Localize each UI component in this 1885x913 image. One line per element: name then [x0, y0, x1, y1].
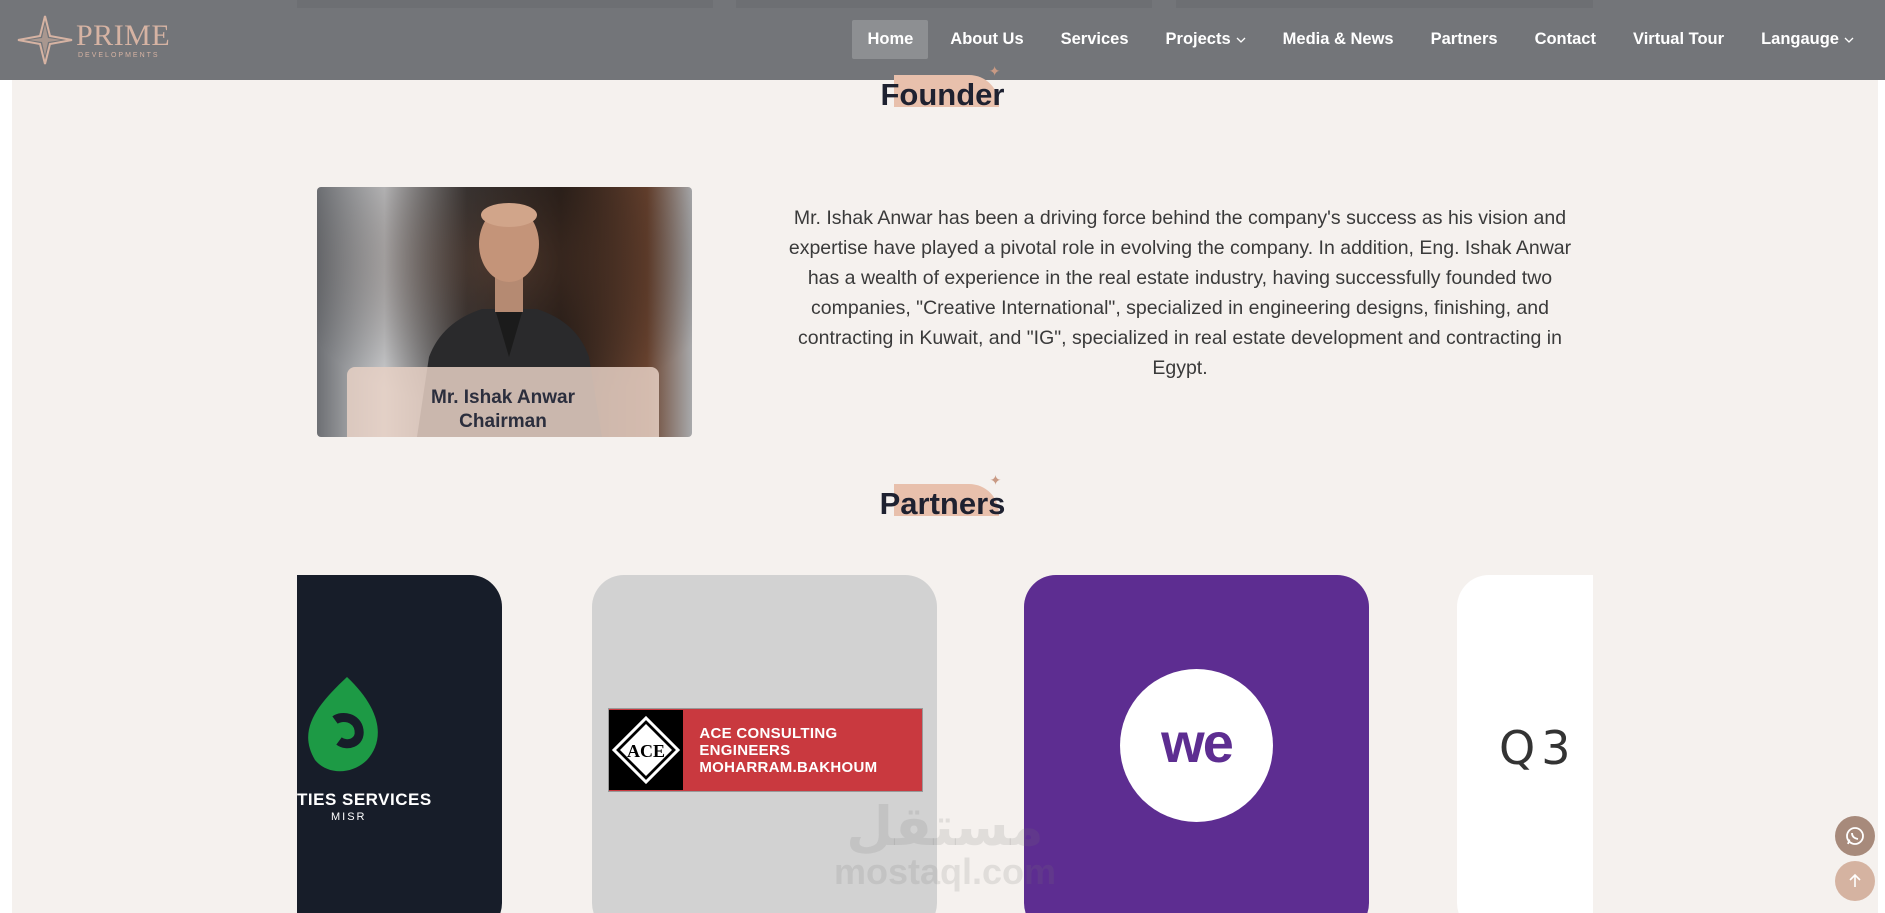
- founder-title: Founder: [880, 77, 1005, 112]
- nav-media-news[interactable]: Media & News: [1268, 20, 1409, 59]
- main-nav: Home About Us Services Projects Media & …: [845, 20, 1869, 59]
- founder-name: Mr. Ishak Anwar: [431, 387, 575, 408]
- founder-heading: ✦ Founder: [0, 63, 1885, 113]
- logo-star-icon: [17, 15, 73, 65]
- q3-logo-text: Q3 /: [1499, 721, 1593, 775]
- scroll-top-button[interactable]: [1835, 861, 1875, 901]
- nav-partners-label: Partners: [1430, 30, 1498, 48]
- logo-name: PRIME: [76, 19, 171, 52]
- ace-name-line2: MOHARRAM.BAKHOUM: [699, 758, 878, 776]
- nav-virtual-tour-label: Virtual Tour: [1632, 30, 1725, 48]
- partners-heading: ✦ Partners: [0, 472, 1885, 522]
- nav-about-us[interactable]: About Us: [935, 20, 1038, 59]
- partner-card[interactable]: TIES SERVICES MISR: [297, 575, 502, 913]
- nav-partners[interactable]: Partners: [1416, 20, 1513, 59]
- sparkle-icon: ✦: [988, 63, 1001, 79]
- nav-projects[interactable]: Projects: [1151, 20, 1261, 59]
- partners-carousel[interactable]: TIES SERVICES MISR ACE ACE CONSULTING EN…: [297, 575, 1593, 913]
- nav-home[interactable]: Home: [852, 20, 929, 59]
- nav-language-label: Langauge: [1761, 30, 1839, 48]
- founder-role: Chairman: [459, 411, 547, 432]
- nav-home-label: Home: [867, 30, 914, 48]
- ace-diamond-icon: ACE: [609, 710, 684, 790]
- whatsapp-button[interactable]: [1835, 816, 1875, 856]
- ace-name-line1: ACE CONSULTING ENGINEERS: [699, 724, 838, 759]
- nav-projects-label: Projects: [1165, 30, 1231, 48]
- partner-card[interactable]: we: [1024, 575, 1369, 913]
- site-logo[interactable]: PRIME DEVELOPMENTS: [16, 14, 170, 66]
- nav-services-label: Services: [1060, 30, 1129, 48]
- nav-media-news-label: Media & News: [1282, 30, 1394, 48]
- chevron-down-icon: [1236, 37, 1246, 43]
- ace-mark-text: ACE: [627, 741, 665, 761]
- founder-bio: Mr. Ishak Anwar has been a driving force…: [788, 207, 1572, 379]
- we-logo-text: we: [1161, 711, 1234, 774]
- nav-contact-label: Contact: [1534, 30, 1596, 48]
- site-header: PRIME DEVELOPMENTS Home About Us Service…: [0, 0, 1885, 80]
- nav-services[interactable]: Services: [1046, 20, 1144, 59]
- ace-logo: ACE ACE CONSULTING ENGINEERS MOHARRAM.BA…: [608, 708, 923, 792]
- chevron-down-icon: [1844, 37, 1854, 43]
- partner-logo-text: TIES SERVICES: [297, 790, 432, 809]
- leaf-logo-icon: [308, 677, 378, 772]
- nav-virtual-tour[interactable]: Virtual Tour: [1618, 20, 1739, 59]
- partners-title: Partners: [879, 486, 1006, 521]
- nav-about-us-label: About Us: [950, 30, 1024, 48]
- partner-logo-subtext: MISR: [331, 811, 367, 823]
- sparkle-icon: ✦: [989, 472, 1002, 488]
- arrow-up-icon: [1849, 873, 1861, 887]
- partner-card[interactable]: Q3 /: [1457, 575, 1593, 913]
- whatsapp-icon: [1846, 827, 1864, 845]
- nav-contact[interactable]: Contact: [1520, 20, 1611, 59]
- nav-language[interactable]: Langauge: [1746, 20, 1869, 59]
- founder-caption: Mr. Ishak Anwar Chairman: [347, 367, 659, 437]
- partner-card[interactable]: ACE ACE CONSULTING ENGINEERS MOHARRAM.BA…: [592, 575, 937, 913]
- founder-photo: Mr. Ishak Anwar Chairman: [317, 187, 692, 437]
- we-logo: we: [1120, 669, 1273, 822]
- logo-subtitle: DEVELOPMENTS: [78, 52, 160, 59]
